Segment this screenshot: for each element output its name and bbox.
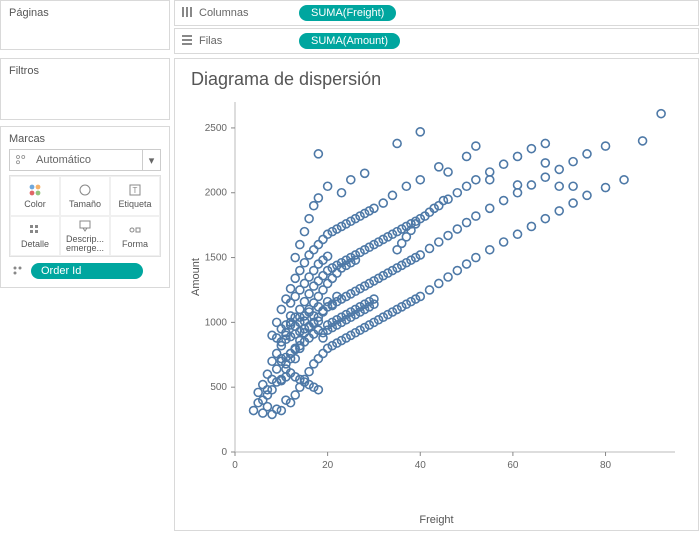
marks-tooltip-button[interactable]: Descrip... emerge... — [60, 216, 110, 256]
marks-shape-button[interactable]: Forma — [110, 216, 160, 256]
detail-pill-orderid[interactable]: Order Id — [31, 263, 143, 279]
marks-label-button[interactable]: T Etiqueta — [110, 176, 160, 216]
svg-text:2000: 2000 — [205, 188, 228, 199]
text-icon: T — [128, 183, 142, 197]
columns-label: Columnas — [199, 7, 249, 19]
paginas-panel: Páginas — [0, 0, 170, 50]
svg-text:2500: 2500 — [205, 123, 228, 134]
detail-icon — [28, 223, 42, 237]
svg-text:0: 0 — [221, 447, 227, 458]
shape-icon — [128, 223, 142, 237]
chart-title: Diagrama de dispersión — [191, 69, 688, 90]
filtros-panel: Filtros — [0, 58, 170, 120]
svg-text:1500: 1500 — [205, 253, 228, 264]
automatic-icon — [10, 154, 32, 166]
color-icon — [28, 183, 42, 197]
size-icon — [78, 183, 92, 197]
detail-small-icon — [9, 265, 27, 277]
scatter-plot: 0 500 1000 1500 2000 2500 0 20 40 60 80 Amount — [185, 92, 685, 492]
rows-icon — [181, 34, 193, 49]
marks-detail-button[interactable]: Detalle — [10, 216, 60, 256]
marks-select-label: Automático — [32, 154, 142, 166]
detail-pill-row: Order Id — [9, 263, 161, 279]
marks-size-button[interactable]: Tamaño — [60, 176, 110, 216]
tooltip-icon — [78, 219, 92, 233]
svg-text:40: 40 — [415, 460, 427, 471]
marcas-panel: Marcas Automático ▾ Color — [0, 126, 170, 288]
svg-text:80: 80 — [600, 460, 612, 471]
chart-area: Diagrama de dispersión 0 500 1000 1500 2000 2… — [174, 58, 699, 531]
columns-icon — [181, 6, 193, 21]
marks-grid: Color Tamaño T Etiqueta — [9, 175, 161, 257]
paginas-title: Páginas — [9, 7, 161, 19]
rows-label: Filas — [199, 35, 222, 47]
columns-shelf[interactable]: Columnas SUMA(Freight) — [174, 0, 699, 26]
columns-pill-freight[interactable]: SUMA(Freight) — [299, 5, 396, 21]
rows-shelf[interactable]: Filas SUMA(Amount) — [174, 28, 699, 54]
svg-text:T: T — [133, 186, 138, 195]
svg-text:20: 20 — [322, 460, 334, 471]
chevron-down-icon[interactable]: ▾ — [142, 150, 160, 170]
svg-text:60: 60 — [507, 460, 519, 471]
svg-text:Amount: Amount — [190, 258, 202, 296]
svg-text:1000: 1000 — [205, 317, 228, 328]
x-axis-label: Freight — [185, 514, 688, 526]
filtros-title: Filtros — [9, 65, 161, 77]
svg-text:500: 500 — [210, 382, 227, 393]
marks-color-button[interactable]: Color — [10, 176, 60, 216]
marks-type-select[interactable]: Automático ▾ — [9, 149, 161, 171]
svg-text:0: 0 — [232, 460, 238, 471]
marcas-title: Marcas — [9, 133, 161, 145]
rows-pill-amount[interactable]: SUMA(Amount) — [299, 33, 400, 49]
